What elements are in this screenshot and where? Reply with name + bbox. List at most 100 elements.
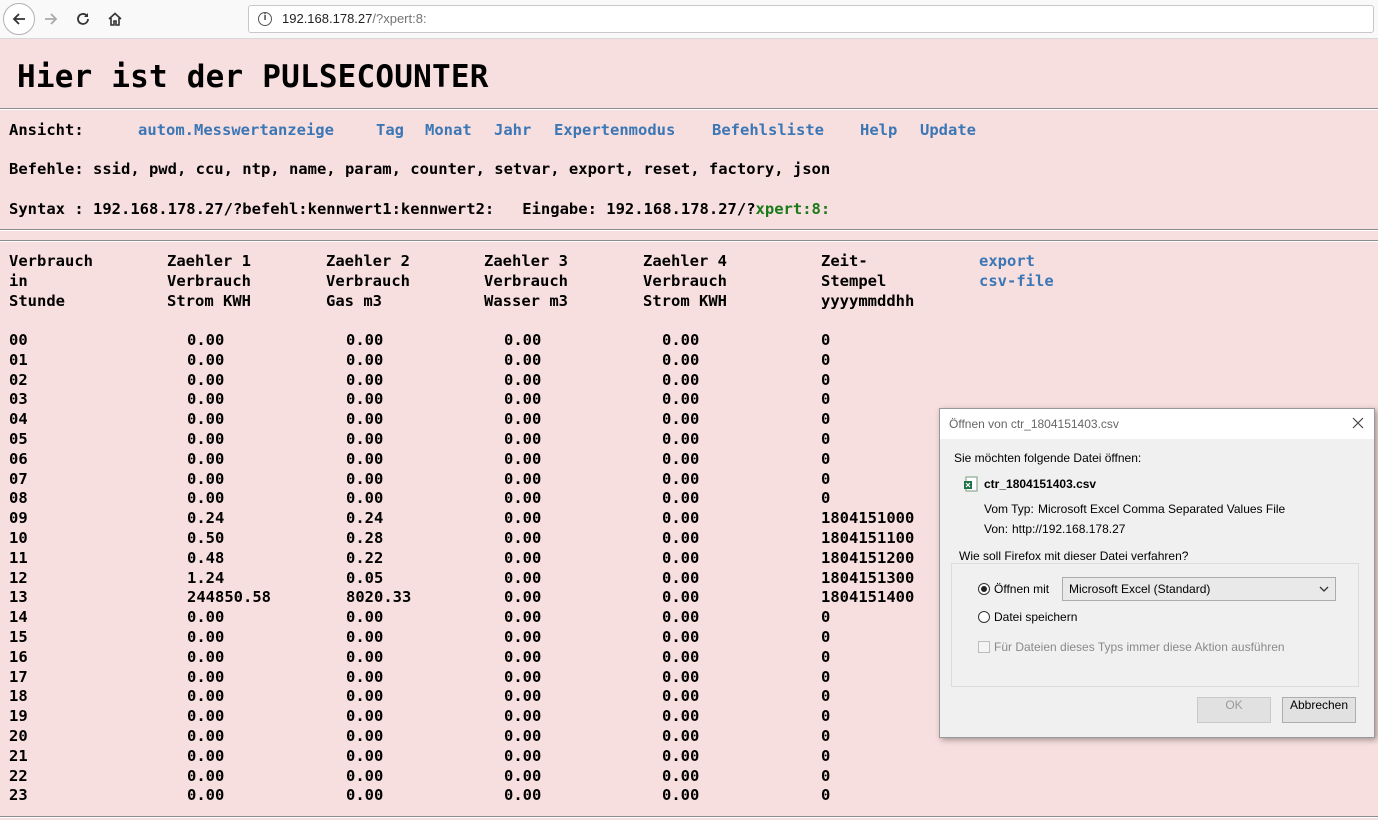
table-cell-zaehler2: 0.00	[346, 350, 384, 369]
dialog-filename: ctr_1804151403.csv	[984, 477, 1097, 491]
forward-button[interactable]	[36, 4, 66, 34]
link-tag[interactable]: Tag	[376, 121, 404, 139]
close-icon[interactable]	[1350, 415, 1366, 431]
back-button[interactable]	[3, 3, 35, 35]
column-header-line: Gas m3	[326, 291, 382, 310]
table-cell-hour: 19	[9, 707, 28, 726]
table-cell-zaehler4: 0.00	[662, 766, 700, 785]
table-cell-hour: 05	[9, 430, 28, 448]
table-cell-timestamp: 0	[821, 331, 831, 349]
excel-file-icon	[963, 476, 979, 492]
browser-toolbar: i 192.168.178.27/?xpert:8:	[0, 0, 1378, 39]
info-icon[interactable]: i	[258, 12, 272, 26]
table-cell-zaehler4: 0.00	[662, 727, 700, 745]
table-cell-zaehler1: 1.24	[187, 568, 225, 587]
table-cell-timestamp: 1804151300	[821, 568, 915, 587]
dialog-prompt: Sie möchten folgende Datei öffnen:	[954, 451, 1142, 465]
table-cell-zaehler4: 0.00	[662, 647, 700, 666]
table-cell-hour: 15	[9, 628, 28, 646]
table-cell-hour: 07	[9, 469, 28, 488]
table-cell-zaehler2: 0.00	[346, 766, 384, 785]
table-cell-timestamp: 0	[821, 410, 831, 429]
table-cell-zaehler1: 0.00	[187, 647, 225, 666]
table-cell-timestamp: 0	[821, 727, 831, 745]
home-button[interactable]	[100, 4, 130, 34]
forward-arrow-icon	[45, 13, 58, 25]
table-cell-zaehler3: 0.00	[504, 350, 542, 369]
table-cell-timestamp: 0	[821, 628, 831, 646]
table-cell-zaehler3: 0.00	[504, 667, 542, 686]
table-cell-zaehler4: 0.00	[662, 588, 700, 607]
table-cell-zaehler2: 0.00	[346, 331, 384, 349]
column-header-line: Strom KWH	[643, 291, 727, 310]
table-cell-zaehler2: 0.00	[346, 390, 384, 409]
table-cell-zaehler3: 0.00	[504, 568, 542, 587]
column-header-line: Verbrauch	[167, 271, 251, 290]
table-cell-zaehler2: 0.00	[346, 608, 384, 627]
reload-icon	[77, 13, 89, 25]
table-cell-timestamp: 0	[821, 430, 831, 448]
table-cell-zaehler3: 0.00	[504, 786, 542, 805]
table-cell-zaehler2: 0.00	[346, 430, 384, 448]
cancel-button[interactable]: Abbrechen	[1282, 697, 1356, 723]
link-expertenmodus[interactable]: Expertenmodus	[554, 121, 675, 139]
column-header-line: Zaehler 4	[643, 252, 727, 270]
column-header-line: Verbrauch	[643, 271, 727, 290]
table-cell-hour: 00	[9, 331, 28, 349]
table-cell-timestamp: 0	[821, 370, 831, 389]
table-cell-timestamp: 0	[821, 390, 831, 409]
table-cell-timestamp: 0	[821, 766, 831, 785]
table-cell-zaehler4: 0.00	[662, 628, 700, 646]
column-header-timestamp: Zeit- Stempel yyyymmddhh	[821, 252, 914, 311]
table-cell-zaehler4: 0.00	[662, 370, 700, 389]
link-update[interactable]: Update	[920, 121, 976, 139]
table-cell-hour: 23	[9, 786, 28, 805]
url-bar[interactable]: i 192.168.178.27/?xpert:8:	[248, 5, 1374, 33]
table-cell-timestamp: 0	[821, 647, 831, 666]
link-jahr[interactable]: Jahr	[494, 121, 531, 139]
table-cell-zaehler2: 0.00	[346, 667, 384, 686]
table-cell-zaehler2: 0.00	[346, 687, 384, 706]
table-cell-timestamp: 0	[821, 449, 831, 468]
table-cell-zaehler4: 0.00	[662, 568, 700, 587]
open-with-radio[interactable]	[978, 583, 990, 595]
table-cell-timestamp: 0	[821, 746, 831, 765]
open-with-label[interactable]: Öffnen mit	[994, 582, 1049, 596]
table-cell-zaehler1: 0.50	[187, 529, 225, 547]
save-file-radio[interactable]	[978, 611, 990, 623]
table-cell-zaehler2: 0.00	[346, 489, 384, 508]
table-cell-zaehler1: 0.00	[187, 727, 225, 745]
table-cell-zaehler4: 0.00	[662, 687, 700, 706]
column-header-zaehler4: Zaehler 4 Verbrauch Strom KWH	[643, 252, 727, 311]
table-cell-hour: 06	[9, 449, 28, 468]
always-action-checkbox[interactable]	[978, 641, 990, 653]
table-cell-zaehler2: 0.00	[346, 647, 384, 666]
home-icon	[108, 12, 122, 26]
table-cell-hour: 22	[9, 766, 28, 785]
table-cell-zaehler1: 244850.58	[187, 588, 271, 607]
column-header-zaehler2: Zaehler 2 Verbrauch Gas m3	[326, 252, 410, 311]
save-file-label[interactable]: Datei speichern	[994, 610, 1077, 624]
link-befehlsliste[interactable]: Befehlsliste	[712, 121, 824, 139]
application-select[interactable]: Microsoft Excel (Standard)	[1062, 577, 1336, 601]
column-header-line: Verbrauch	[9, 252, 93, 270]
table-cell-timestamp: 0	[821, 687, 831, 706]
table-cell-zaehler2: 0.05	[346, 568, 384, 587]
syntax-line: Syntax : 192.168.178.27/?befehl:kennwert…	[9, 200, 831, 218]
table-cell-zaehler2: 0.00	[346, 449, 384, 468]
divider	[0, 240, 1378, 242]
table-cell-hour: 11	[9, 548, 28, 567]
table-cell-hour: 14	[9, 608, 28, 627]
link-messwertanzeige[interactable]: autom.Messwertanzeige	[138, 121, 334, 139]
reload-button[interactable]	[68, 4, 98, 34]
link-help[interactable]: Help	[860, 121, 897, 139]
table-cell-zaehler4: 0.00	[662, 529, 700, 547]
ansicht-label: Ansicht:	[9, 121, 84, 139]
export-csv-link[interactable]: export csv-file	[979, 252, 1054, 292]
link-monat[interactable]: Monat	[425, 121, 472, 139]
table-cell-hour: 20	[9, 727, 28, 745]
table-cell-zaehler2: 0.00	[346, 410, 384, 429]
table-cell-zaehler1: 0.00	[187, 628, 225, 646]
table-cell-zaehler4: 0.00	[662, 707, 700, 726]
ok-button[interactable]: OK	[1197, 697, 1271, 723]
